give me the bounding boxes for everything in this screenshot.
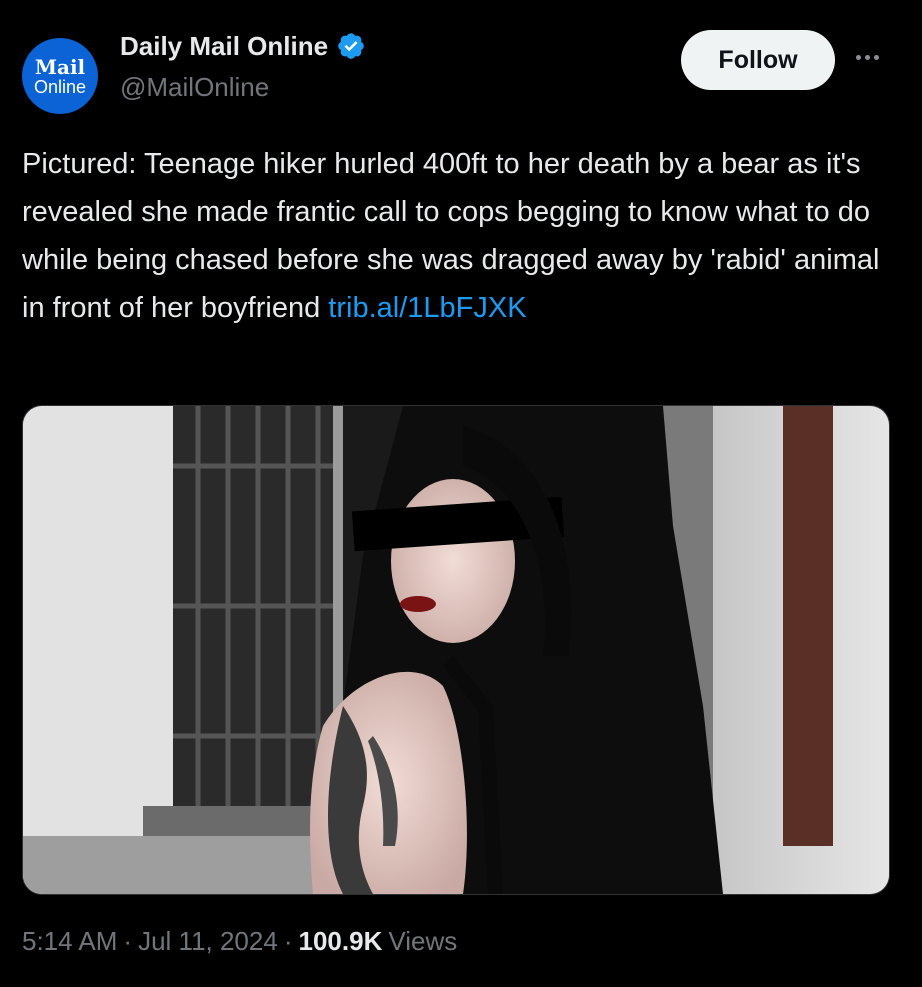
avatar-logo-top: Mail [34, 55, 86, 79]
tweet-media-image[interactable] [22, 405, 890, 895]
author-info: Daily Mail Online @MailOnline [120, 30, 366, 104]
author-handle[interactable]: @MailOnline [120, 70, 366, 104]
tweet-link[interactable]: trib.al/1LbFJXK [328, 292, 526, 324]
tweet-time[interactable]: 5:14 AM [22, 926, 117, 957]
tweet-date[interactable]: Jul 11, 2024 [138, 926, 278, 957]
views-label: Views [388, 926, 458, 956]
more-dot [874, 54, 879, 60]
tweet-header: Mail Online Daily Mail Online @MailOnlin… [20, 28, 900, 114]
more-horizontal-icon[interactable] [856, 50, 886, 64]
avatar-logo-bottom: Online [33, 77, 87, 97]
more-dot [865, 54, 870, 60]
verified-badge-icon[interactable] [336, 31, 366, 61]
tweet-text: Pictured: Teenage hiker hurled 400ft to … [22, 140, 882, 332]
follow-button[interactable]: Follow [681, 30, 835, 90]
views-count: 100.9K [298, 926, 383, 956]
more-dot [856, 54, 861, 60]
media-photo [23, 406, 889, 894]
tweet-meta: 5:14 AM · Jul 11, 2024 · 100.9K Views [22, 926, 457, 957]
meta-separator: · [283, 926, 293, 956]
display-name[interactable]: Daily Mail Online [120, 30, 328, 62]
display-name-row: Daily Mail Online [120, 30, 366, 62]
meta-separator: · [123, 926, 133, 956]
avatar[interactable]: Mail Online [22, 38, 98, 114]
